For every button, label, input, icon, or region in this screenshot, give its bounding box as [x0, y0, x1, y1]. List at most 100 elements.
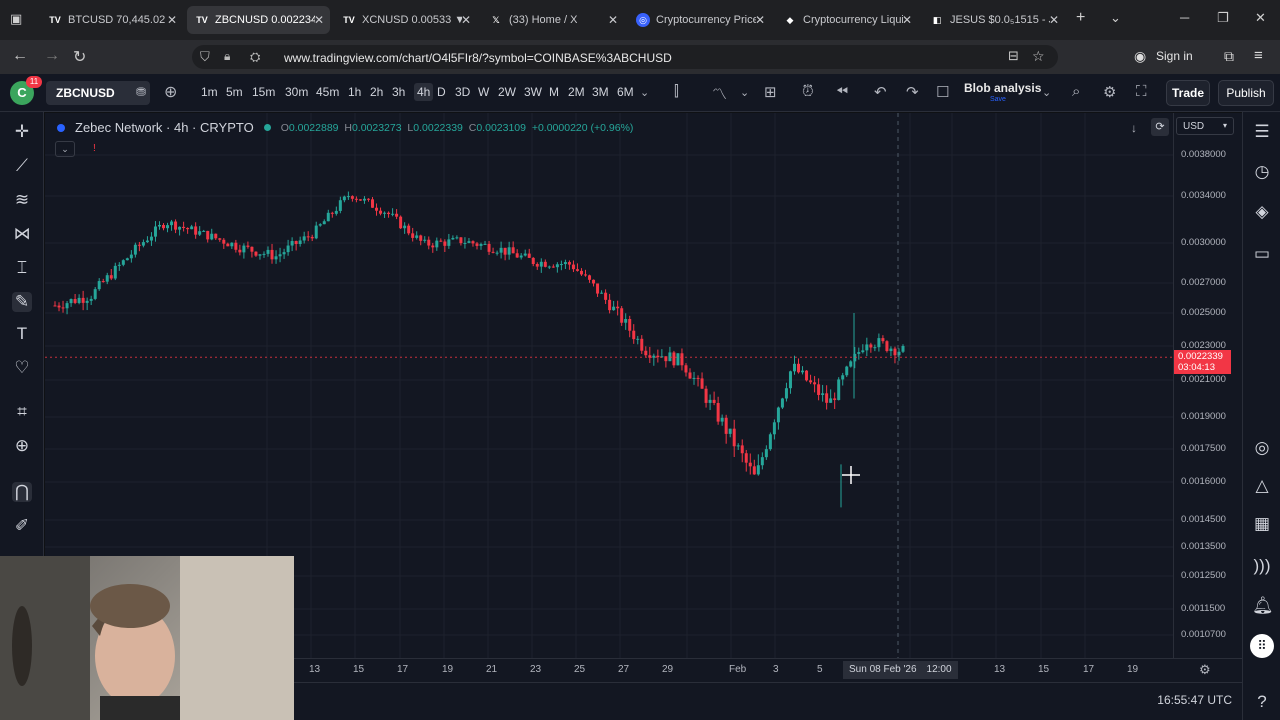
- ruler-icon[interactable]: ⌗: [12, 402, 32, 422]
- timeframe-3D[interactable]: 3D: [455, 85, 470, 99]
- ideas-icon[interactable]: △: [1252, 476, 1272, 496]
- lock-icon[interactable]: 🔒︎: [224, 49, 230, 64]
- data-warning-icon[interactable]: !: [93, 143, 96, 154]
- browser-tab[interactable]: 𝕏 (33) Home / X ✕: [481, 6, 624, 34]
- close-tab-icon[interactable]: ✕: [1049, 13, 1059, 27]
- lock-drawings-icon[interactable]: ✐: [12, 516, 32, 536]
- bookmark-star-icon[interactable]: ☆: [1032, 48, 1045, 65]
- timeframe-1h[interactable]: 1h: [348, 85, 361, 99]
- install-app-icon[interactable]: ⊟: [1008, 48, 1019, 64]
- maximize-icon[interactable]: ❐: [1217, 10, 1229, 26]
- timeframe-6M[interactable]: 6M: [617, 85, 634, 99]
- timeframe-4h[interactable]: 4h: [414, 83, 434, 101]
- text-tool-icon[interactable]: T: [12, 324, 32, 344]
- timeframe-2h[interactable]: 2h: [370, 85, 383, 99]
- close-tab-icon[interactable]: ✕: [314, 13, 324, 27]
- reload-icon[interactable]: ↻: [73, 47, 86, 67]
- layout-save-label[interactable]: Save: [990, 96, 1006, 103]
- timeframe-5m[interactable]: 5m: [226, 85, 243, 99]
- undo-icon[interactable]: ↶: [874, 83, 887, 101]
- indicators-dropdown-icon[interactable]: ⌄: [740, 86, 749, 99]
- settings-icon[interactable]: ⚙: [1103, 83, 1116, 101]
- layers-icon[interactable]: ◈: [1252, 202, 1272, 222]
- back-icon[interactable]: ←: [12, 47, 28, 65]
- close-tab-icon[interactable]: ✕: [902, 13, 912, 27]
- timeframe-1m[interactable]: 1m: [201, 85, 218, 99]
- tracking-shield-icon[interactable]: ⛉: [200, 49, 210, 65]
- screener-target-icon[interactable]: ◎: [1252, 438, 1272, 458]
- help-icon[interactable]: ?: [1252, 692, 1272, 712]
- legend-title[interactable]: Zebec Network · 4h · CRYPTO: [75, 120, 254, 135]
- timeframe-3M[interactable]: 3M: [592, 85, 609, 99]
- new-tab-icon[interactable]: +: [1076, 9, 1085, 27]
- alerts-clock-icon[interactable]: ◷: [1252, 162, 1272, 182]
- templates-icon[interactable]: ⊞: [764, 83, 777, 101]
- chat-icon[interactable]: ▭: [1252, 244, 1272, 264]
- quick-search-icon[interactable]: ⌕: [1072, 83, 1080, 100]
- alert-icon[interactable]: ⏰︎: [802, 83, 814, 100]
- browser-tab[interactable]: ◧ JESUS $0.0₅1515 - Jesu✕: [922, 6, 1065, 34]
- site-settings-icon[interactable]: ⛭: [250, 49, 260, 65]
- currency-selector[interactable]: USD ▾: [1176, 117, 1234, 135]
- notification-badge[interactable]: 11: [26, 76, 42, 88]
- timeframe-2M[interactable]: 2M: [568, 85, 585, 99]
- layout-name[interactable]: Blob analysis: [964, 81, 1041, 95]
- close-tab-icon[interactable]: ✕: [608, 13, 618, 27]
- trend-line-icon[interactable]: ⟋: [12, 156, 32, 176]
- tab-list-icon[interactable]: ⌄: [1110, 10, 1121, 26]
- layout-checkbox-icon[interactable]: ☐: [936, 83, 949, 101]
- close-tab-icon[interactable]: ✕: [755, 13, 765, 27]
- browser-tab[interactable]: ◎ Cryptocurrency Prices ✕: [628, 6, 771, 34]
- close-tab-icon[interactable]: ✕: [461, 13, 471, 27]
- measure-projection-icon[interactable]: ⌶: [12, 258, 32, 278]
- timeframe-M[interactable]: M: [549, 85, 559, 99]
- notifications-bell-icon[interactable]: 🔔︎: [1252, 596, 1274, 616]
- replay-icon[interactable]: ⏪︎: [836, 83, 848, 100]
- calendar-icon[interactable]: ▦: [1252, 514, 1272, 534]
- fullscreen-icon[interactable]: ⛶: [1136, 83, 1147, 100]
- symbol-options-icon[interactable]: ⛃: [136, 85, 146, 99]
- close-tab-icon[interactable]: ✕: [167, 13, 177, 27]
- favorites-heart-icon[interactable]: ♡: [12, 358, 32, 378]
- axis-settings-icon[interactable]: ⚙: [1199, 662, 1211, 678]
- timeframe-15m[interactable]: 15m: [252, 85, 275, 99]
- watchlist-icon[interactable]: ☰: [1252, 122, 1272, 142]
- timeframe-2W[interactable]: 2W: [498, 85, 516, 99]
- account-icon[interactable]: ◉: [1134, 48, 1146, 65]
- browser-tab[interactable]: TV BTCUSD 70,445.02 ▲ +✕: [40, 6, 183, 34]
- timeframe-30m[interactable]: 30m: [285, 85, 308, 99]
- auto-scale-icon[interactable]: ⟳: [1151, 118, 1169, 136]
- products-grid-icon[interactable]: ⠿: [1250, 634, 1274, 658]
- indicators-icon[interactable]: 〽: [712, 83, 727, 104]
- zoom-icon[interactable]: ⊕: [12, 436, 32, 456]
- timeframe-W[interactable]: W: [478, 85, 489, 99]
- timeframe-D[interactable]: D: [437, 85, 446, 99]
- utc-clock[interactable]: 16:55:47 UTC: [1157, 693, 1232, 707]
- extensions-icon[interactable]: ⧉: [1224, 48, 1234, 65]
- crosshair-icon[interactable]: ✛: [12, 122, 32, 142]
- layout-dropdown-icon[interactable]: ⌄: [1042, 86, 1051, 99]
- redo-icon[interactable]: ↷: [906, 83, 919, 101]
- publish-button[interactable]: Publish: [1218, 80, 1274, 106]
- browser-tab[interactable]: ◆ Cryptocurrency Liquid ✕: [775, 6, 918, 34]
- minimize-icon[interactable]: ─: [1180, 10, 1189, 25]
- sign-in-button[interactable]: Sign in: [1156, 49, 1193, 63]
- timeframe-45m[interactable]: 45m: [316, 85, 339, 99]
- scroll-to-latest-icon[interactable]: ↓: [1131, 121, 1137, 135]
- timeframe-3h[interactable]: 3h: [392, 85, 405, 99]
- timeframe-3W[interactable]: 3W: [524, 85, 542, 99]
- fib-tool-icon[interactable]: ≋: [12, 190, 32, 210]
- chart-type-candles-icon[interactable]: ⫿: [674, 83, 679, 100]
- price-axis[interactable]: 0.0038000 0.0034000 0.0030000 0.0027000 0.00…: [1173, 113, 1242, 658]
- symbol-search-button[interactable]: ZBCNUSD ⛃: [46, 81, 150, 105]
- browser-tab[interactable]: TV XCNUSD 0.00533 ▼ - ✕: [334, 6, 477, 34]
- close-window-icon[interactable]: ✕: [1255, 10, 1266, 26]
- compare-add-icon[interactable]: ⊕: [164, 82, 177, 102]
- menu-icon[interactable]: ≡: [1254, 47, 1263, 64]
- tab-search-icon[interactable]: ▣: [10, 11, 22, 27]
- streams-icon[interactable]: ))): [1252, 556, 1272, 576]
- magnet-icon[interactable]: ⋂: [12, 482, 32, 502]
- pattern-tool-icon[interactable]: ⋈: [12, 224, 32, 244]
- brush-tool-icon[interactable]: ✎: [12, 292, 32, 312]
- url-field[interactable]: ⛉ 🔒︎ ⛭ www.tradingview.com/chart/O4l5FIr…: [192, 45, 1058, 69]
